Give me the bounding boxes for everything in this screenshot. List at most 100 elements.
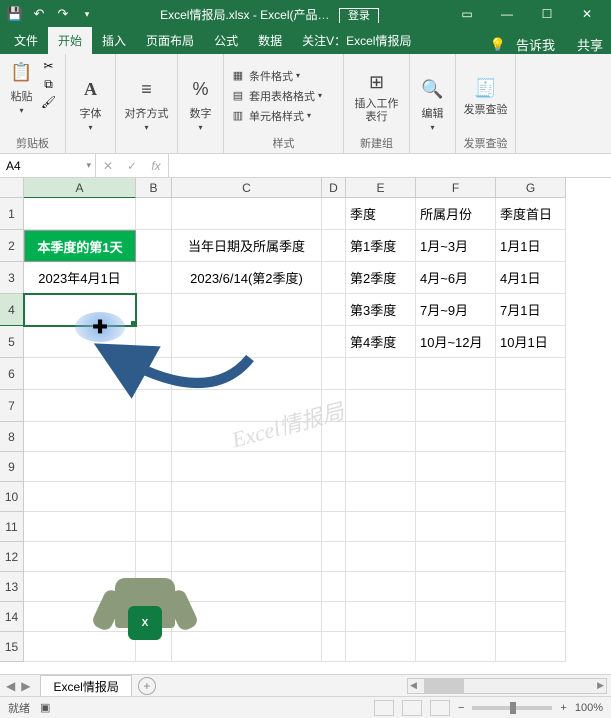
col-header-f[interactable]: F	[416, 178, 496, 198]
col-header-b[interactable]: B	[136, 178, 172, 198]
tab-data[interactable]: 数据	[248, 27, 292, 54]
cell-c8[interactable]	[172, 422, 322, 452]
tab-file[interactable]: 文件	[4, 27, 48, 54]
cell-e4[interactable]: 第3季度	[346, 294, 416, 326]
cell-f7[interactable]	[416, 390, 496, 422]
tellme-text[interactable]: 告诉我	[516, 35, 555, 54]
enter-fx-icon[interactable]: ✓	[120, 159, 144, 173]
qat-more-icon[interactable]: ▾	[76, 3, 98, 25]
row-header-4[interactable]: 4	[0, 294, 24, 326]
cell-a9[interactable]	[24, 452, 136, 482]
row-header-10[interactable]: 10	[0, 482, 24, 512]
zoom-out-icon[interactable]: −	[458, 702, 464, 714]
cell-f10[interactable]	[416, 482, 496, 512]
tab-insert[interactable]: 插入	[92, 27, 136, 54]
copy-icon[interactable]: ⧉	[40, 76, 58, 92]
view-pagebreak-icon[interactable]	[430, 700, 450, 716]
cell-e2[interactable]: 第1季度	[346, 230, 416, 262]
tellme-icon[interactable]: 💡	[490, 37, 506, 53]
cell-c9[interactable]	[172, 452, 322, 482]
cell-f6[interactable]	[416, 358, 496, 390]
number-button[interactable]: % 数字 ▾	[187, 58, 215, 149]
row-header-6[interactable]: 6	[0, 358, 24, 390]
row-header-13[interactable]: 13	[0, 572, 24, 602]
save-icon[interactable]: 💾	[4, 3, 26, 25]
cell-d11[interactable]	[322, 512, 346, 542]
macro-record-icon[interactable]: ▣	[40, 701, 50, 714]
cell-g1[interactable]: 季度首日	[496, 198, 566, 230]
cell-f2[interactable]: 1月~3月	[416, 230, 496, 262]
cell-a8[interactable]	[24, 422, 136, 452]
cell-g8[interactable]	[496, 422, 566, 452]
row-header-7[interactable]: 7	[0, 390, 24, 422]
cell-f1[interactable]: 所属月份	[416, 198, 496, 230]
zoom-slider[interactable]	[472, 706, 552, 710]
cell-g13[interactable]	[496, 572, 566, 602]
col-header-d[interactable]: D	[322, 178, 346, 198]
cell-e13[interactable]	[346, 572, 416, 602]
format-painter-icon[interactable]: 🖌	[40, 94, 58, 110]
cell-g12[interactable]	[496, 542, 566, 572]
cell-d4[interactable]	[322, 294, 346, 326]
cell-f11[interactable]	[416, 512, 496, 542]
cell-g11[interactable]	[496, 512, 566, 542]
cell-b1[interactable]	[136, 198, 172, 230]
tab-layout[interactable]: 页面布局	[136, 27, 204, 54]
cell-a12[interactable]	[24, 542, 136, 572]
cell-a1[interactable]	[24, 198, 136, 230]
cell-g10[interactable]	[496, 482, 566, 512]
horizontal-scrollbar[interactable]	[407, 678, 607, 694]
cell-c4[interactable]	[172, 294, 322, 326]
share-button[interactable]: 共享	[577, 35, 603, 54]
tab-formulas[interactable]: 公式	[204, 27, 248, 54]
maximize-icon[interactable]: ☐	[527, 0, 567, 28]
tab-home[interactable]: 开始	[48, 27, 92, 54]
cell-e1[interactable]: 季度	[346, 198, 416, 230]
select-all-corner[interactable]	[0, 178, 24, 198]
paste-button[interactable]: 📋 粘贴 ▾	[8, 58, 36, 115]
cell-a11[interactable]	[24, 512, 136, 542]
close-icon[interactable]: ✕	[567, 0, 607, 28]
name-box[interactable]: A4	[0, 154, 96, 177]
cell-g5[interactable]: 10月1日	[496, 326, 566, 358]
table-format-button[interactable]: ▤套用表格格式▾	[230, 87, 322, 105]
cell-f9[interactable]	[416, 452, 496, 482]
cell-e6[interactable]	[346, 358, 416, 390]
align-button[interactable]: ≡ 对齐方式 ▾	[125, 58, 169, 149]
fx-icon[interactable]: fx	[144, 159, 168, 173]
cell-c10[interactable]	[172, 482, 322, 512]
cell-d3[interactable]	[322, 262, 346, 294]
cell-e9[interactable]	[346, 452, 416, 482]
cell-c7[interactable]	[172, 390, 322, 422]
cell-d12[interactable]	[322, 542, 346, 572]
cell-c15[interactable]	[172, 632, 322, 662]
cell-e8[interactable]	[346, 422, 416, 452]
cell-b4[interactable]	[136, 294, 172, 326]
row-header-9[interactable]: 9	[0, 452, 24, 482]
cell-f12[interactable]	[416, 542, 496, 572]
cut-icon[interactable]: ✂	[40, 58, 58, 74]
cell-a2[interactable]: 本季度的第1天	[24, 230, 136, 262]
login-button[interactable]: 登录	[339, 8, 379, 23]
cell-c11[interactable]	[172, 512, 322, 542]
scroll-thumb[interactable]	[424, 679, 464, 693]
row-header-11[interactable]: 11	[0, 512, 24, 542]
cell-b2[interactable]	[136, 230, 172, 262]
worksheet-grid[interactable]: ABCDEFG 123456789101112131415 季度所属月份季度首日…	[0, 178, 611, 668]
col-header-g[interactable]: G	[496, 178, 566, 198]
cell-g15[interactable]	[496, 632, 566, 662]
cell-style-button[interactable]: ▥单元格样式▾	[230, 107, 311, 125]
cell-f13[interactable]	[416, 572, 496, 602]
cell-d10[interactable]	[322, 482, 346, 512]
cell-d2[interactable]	[322, 230, 346, 262]
cancel-fx-icon[interactable]: ✕	[96, 159, 120, 173]
col-header-e[interactable]: E	[346, 178, 416, 198]
sheet-nav-prev-icon[interactable]: ◀	[6, 679, 15, 693]
row-header-8[interactable]: 8	[0, 422, 24, 452]
conditional-format-button[interactable]: ▦条件格式▾	[230, 67, 300, 85]
cell-c6[interactable]	[172, 358, 322, 390]
insert-row-button[interactable]: ⊞ 插入工作表行	[350, 58, 403, 133]
cell-d13[interactable]	[322, 572, 346, 602]
cell-d7[interactable]	[322, 390, 346, 422]
cell-g7[interactable]	[496, 390, 566, 422]
